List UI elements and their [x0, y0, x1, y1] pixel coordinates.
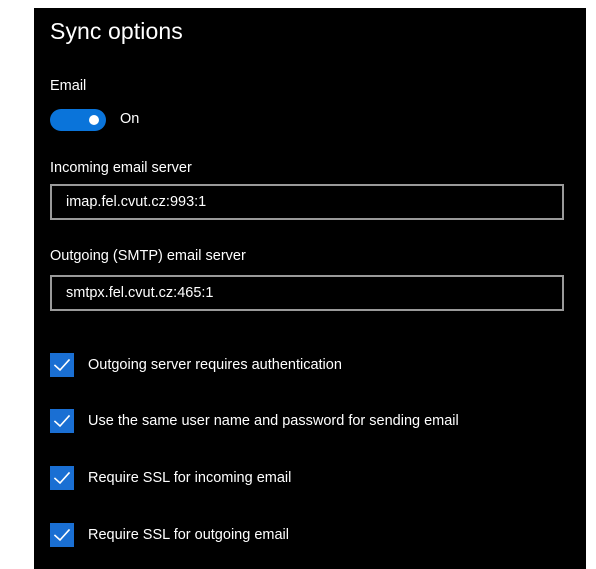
toggle-knob — [89, 115, 99, 125]
checkbox-same-credentials[interactable]: Use the same user name and password for … — [50, 409, 459, 433]
checkbox-box[interactable] — [50, 353, 74, 377]
page-title: Sync options — [50, 18, 183, 44]
email-label: Email — [50, 78, 87, 94]
outgoing-server-label: Outgoing (SMTP) email server — [50, 248, 246, 264]
checkbox-label: Require SSL for outgoing email — [88, 527, 289, 543]
checkmark-icon — [53, 414, 71, 428]
checkbox-label: Require SSL for incoming email — [88, 470, 292, 486]
checkmark-icon — [53, 528, 71, 542]
email-toggle[interactable] — [50, 109, 106, 131]
checkbox-ssl-incoming[interactable]: Require SSL for incoming email — [50, 466, 291, 490]
sync-options-panel: Sync options Email On Incoming email ser… — [34, 8, 586, 569]
checkmark-icon — [53, 471, 71, 485]
email-toggle-state: On — [120, 111, 140, 127]
incoming-server-label: Incoming email server — [50, 160, 192, 176]
checkbox-outgoing-auth[interactable]: Outgoing server requires authentication — [50, 353, 342, 377]
checkbox-label: Outgoing server requires authentication — [88, 357, 342, 373]
checkbox-ssl-outgoing[interactable]: Require SSL for outgoing email — [50, 523, 289, 547]
checkbox-box[interactable] — [50, 466, 74, 490]
outgoing-server-input[interactable] — [50, 275, 564, 311]
checkbox-box[interactable] — [50, 409, 74, 433]
checkmark-icon — [53, 358, 71, 372]
checkbox-label: Use the same user name and password for … — [88, 413, 459, 429]
incoming-server-input[interactable] — [50, 184, 564, 220]
checkbox-box[interactable] — [50, 523, 74, 547]
